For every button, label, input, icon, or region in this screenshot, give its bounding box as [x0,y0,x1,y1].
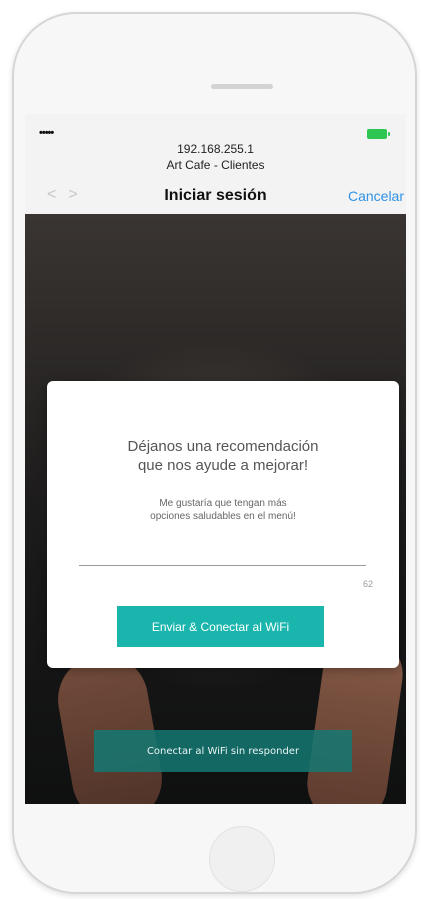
connect-without-responding-button[interactable]: Conectar al WiFi sin responder [94,730,352,772]
network-name: Art Cafe - Clientes [166,158,265,172]
hand-left-image [50,647,170,804]
ip-address: 192.168.255.1 [177,142,254,156]
char-counter: 62 [362,579,373,589]
feedback-title: Déjanos una recomendación que nos ayude … [47,437,399,475]
phone-speaker [211,84,273,89]
feedback-message[interactable]: Me gustaría que tengan más opciones salu… [47,497,399,523]
home-button[interactable] [209,826,275,892]
send-and-connect-button[interactable]: Enviar & Conectar al WiFi [117,606,324,647]
background-photo: Déjanos una recomendación que nos ayude … [25,214,406,804]
feedback-title-line1: Déjanos una recomendación [127,438,319,455]
feedback-message-line1: Me gustaría que tengan más [159,498,287,509]
feedback-input-underline[interactable] [79,565,366,566]
cancel-button[interactable]: Cancelar [348,188,404,204]
battery-icon [367,129,390,139]
signal-icon: ••••• [39,127,54,139]
status-bar: ••••• 192.168.255.1 Art Cafe - Clientes … [25,114,406,214]
phone-screen: ••••• 192.168.255.1 Art Cafe - Clientes … [25,114,406,804]
feedback-title-line2: que nos ayude a mejorar! [137,457,309,474]
feedback-card: Déjanos una recomendación que nos ayude … [47,381,399,668]
feedback-message-line2: opciones saludables en el menú! [150,511,296,522]
nav-bar: <> Iniciar sesión Cancelar [25,184,406,214]
